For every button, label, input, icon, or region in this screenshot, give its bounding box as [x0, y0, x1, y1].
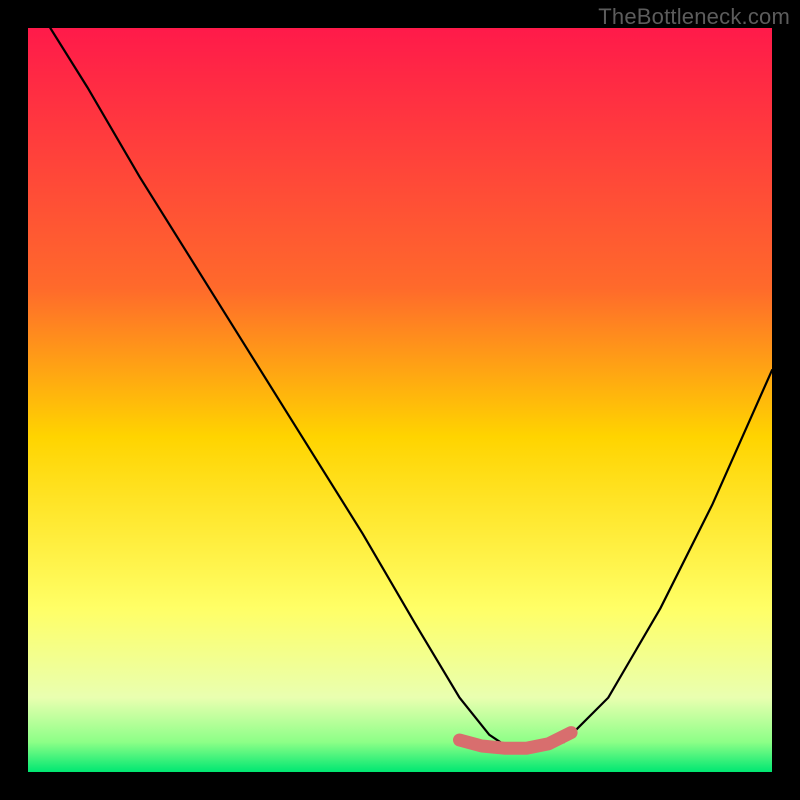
chart-background: [28, 28, 772, 772]
plot-area: [28, 28, 772, 772]
watermark-text: TheBottleneck.com: [598, 4, 790, 30]
chart-frame: TheBottleneck.com: [0, 0, 800, 800]
chart-svg: [28, 28, 772, 772]
